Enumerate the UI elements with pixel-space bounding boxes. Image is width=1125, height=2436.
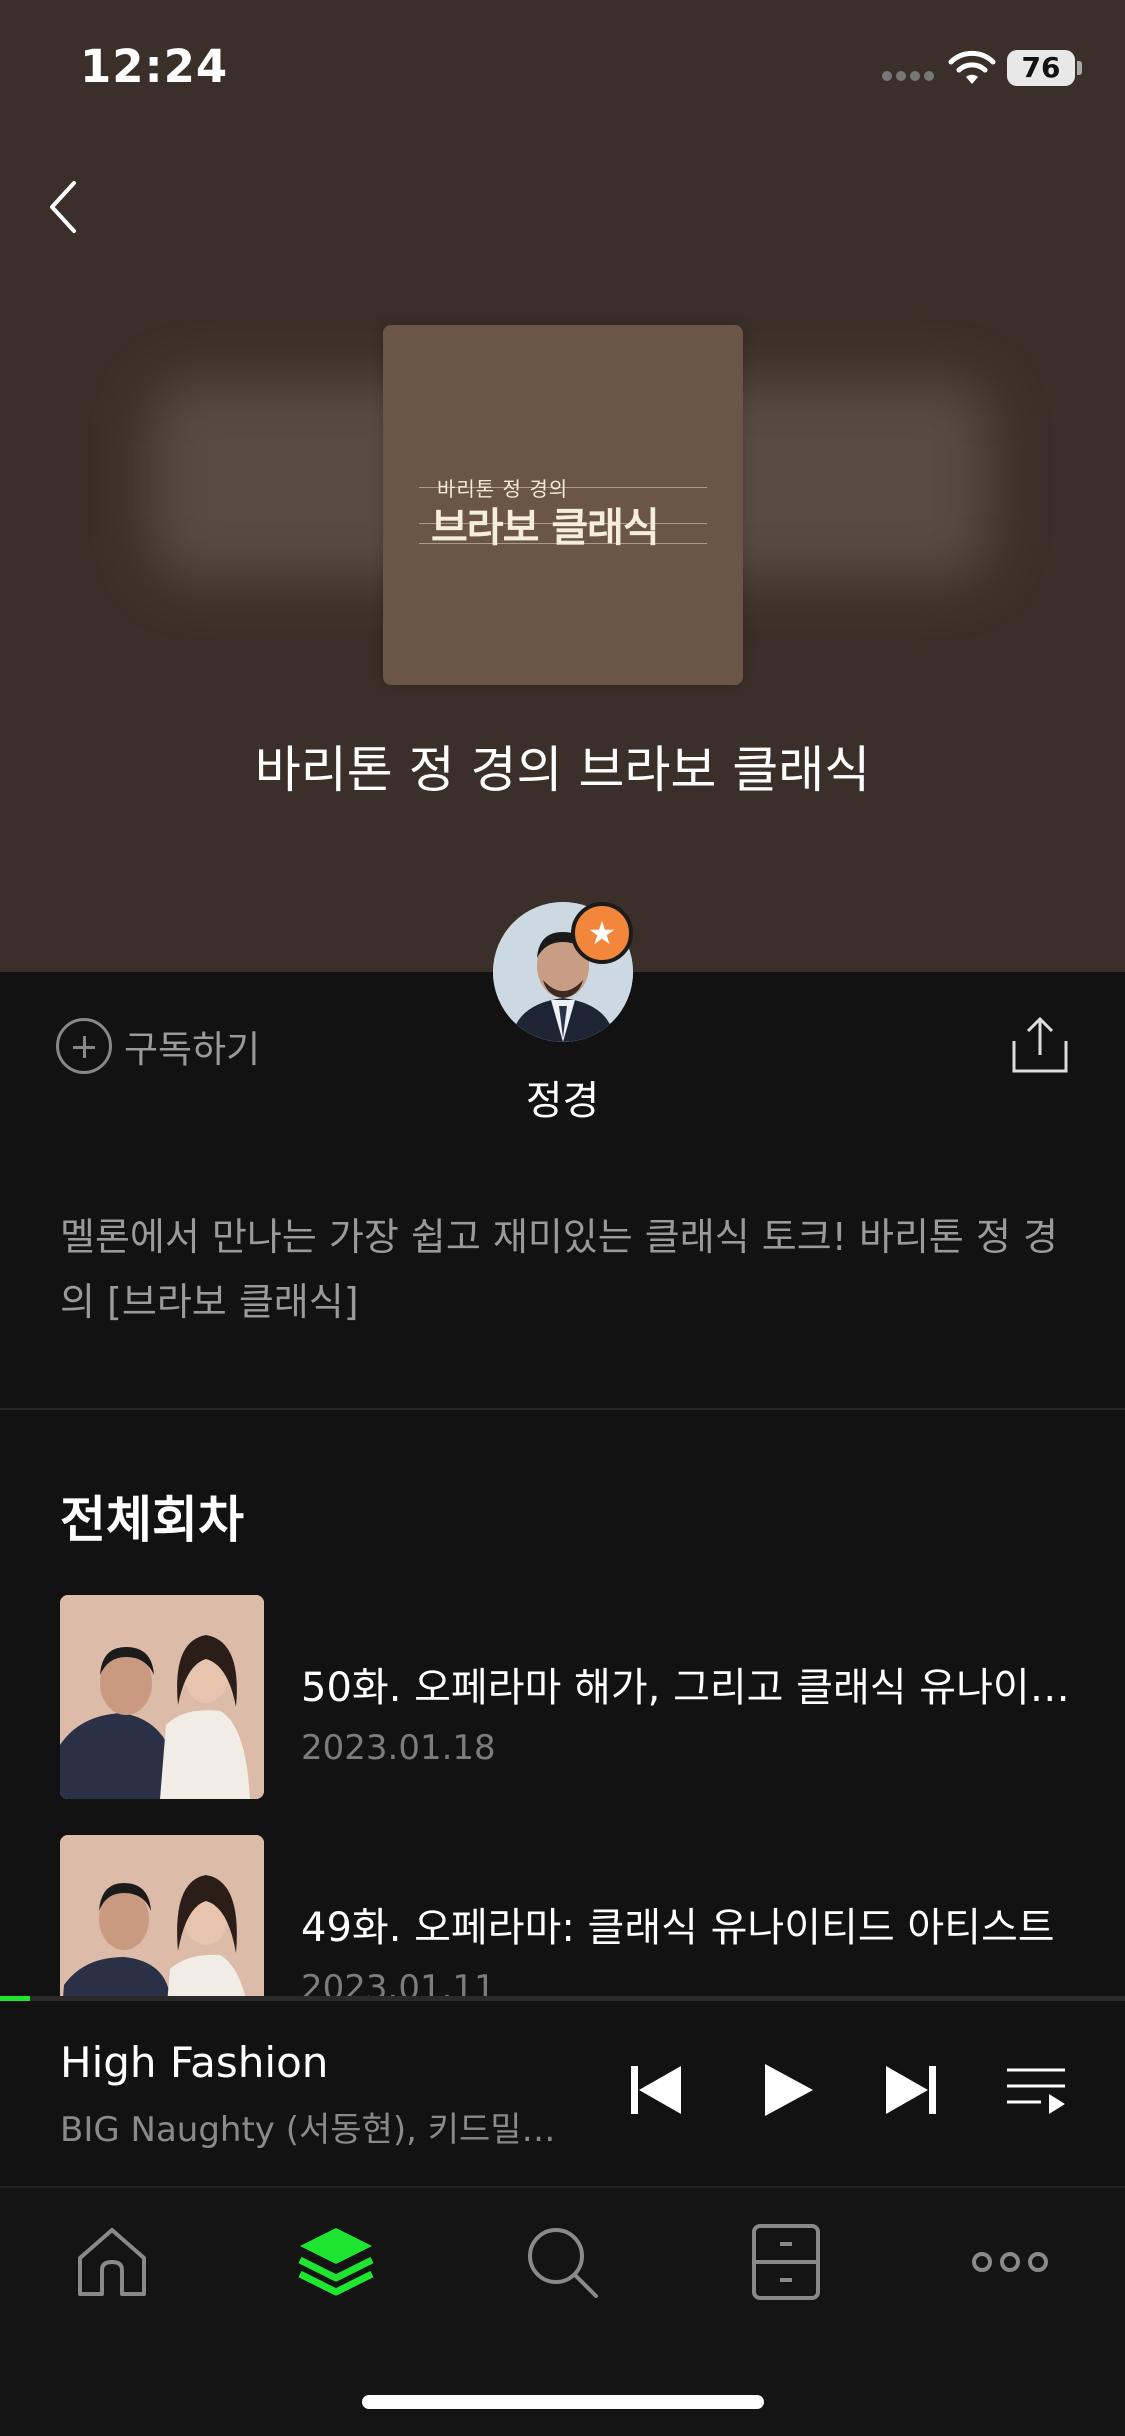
episode-title: 50화. 오페라마 해가, 그리고 클래식 유나이티드: [301, 1665, 1071, 1711]
status-bar: 12:24 76: [0, 0, 1125, 135]
cover-title: 브라보 클래식: [431, 505, 660, 551]
episode-thumbnail: [60, 1835, 264, 1996]
layers-icon[interactable]: [296, 2222, 376, 2302]
search-icon[interactable]: [522, 2222, 602, 2302]
episodes-section-title: 전체회차: [60, 1491, 244, 1549]
playback-progress: [0, 1996, 1125, 2001]
podcast-title: 바리톤 정 경의 브라보 클래식: [254, 741, 871, 799]
cellular-signal-icon: [882, 66, 938, 85]
wifi-icon: [948, 50, 996, 84]
track-title: High Fashion: [60, 2038, 329, 2087]
podcast-description: 멜론에서 만나는 가장 쉽고 재미있는 클래식 토크! 바리톤 정 경의 [브라…: [60, 1215, 1058, 1324]
section-divider: [0, 1408, 1125, 1410]
previous-track-button[interactable]: [625, 2058, 689, 2122]
next-track-button[interactable]: [878, 2058, 942, 2122]
back-button[interactable]: [42, 175, 90, 239]
more-icon[interactable]: [970, 2222, 1050, 2302]
play-button[interactable]: [755, 2058, 819, 2122]
battery-tip: [1077, 61, 1082, 75]
track-artist: BIG Naughty (서동현), 키드밀리 (Kid Milli): [60, 2110, 585, 2150]
episode-item[interactable]: 49화. 오페라마: 클래식 유나이티드 아티스트 2023.01.11: [60, 1835, 1070, 1996]
drawer-icon[interactable]: [746, 2222, 826, 2302]
episode-item[interactable]: 50화. 오페라마 해가, 그리고 클래식 유나이티드 2023.01.18: [60, 1595, 1071, 1799]
playback-progress-fill: [0, 1996, 31, 2001]
podcast-header: 12:24 76 바리톤 정 경의 브라보 클래식 바리톤 정 경의 브라보 클…: [0, 0, 1125, 972]
battery-icon: 76: [1007, 50, 1075, 86]
episode-date: 2023.01.11: [301, 1968, 496, 1996]
episode-thumbnail: [60, 1595, 264, 1799]
plus-circle-icon: [56, 1018, 112, 1074]
home-indicator[interactable]: [362, 2395, 764, 2409]
podcast-cover: 바리톤 정 경의 브라보 클래식: [383, 325, 743, 685]
home-icon[interactable]: [72, 2222, 152, 2302]
subscribe-label: 구독하기: [124, 1028, 261, 1071]
status-time: 12:24: [80, 40, 229, 93]
subscribe-button[interactable]: 구독하기: [56, 1018, 260, 1074]
episode-title: 49화. 오페라마: 클래식 유나이티드 아티스트: [301, 1905, 1055, 1951]
episode-date: 2023.01.18: [301, 1728, 496, 1768]
mini-player[interactable]: High Fashion BIG Naughty (서동현), 키드밀리 (Ki…: [0, 1996, 1125, 2186]
playlist-icon[interactable]: [1005, 2058, 1069, 2122]
share-button[interactable]: [1010, 1015, 1070, 1075]
host-name[interactable]: 정경: [0, 1068, 1125, 1126]
star-badge-icon: ★: [571, 902, 633, 964]
